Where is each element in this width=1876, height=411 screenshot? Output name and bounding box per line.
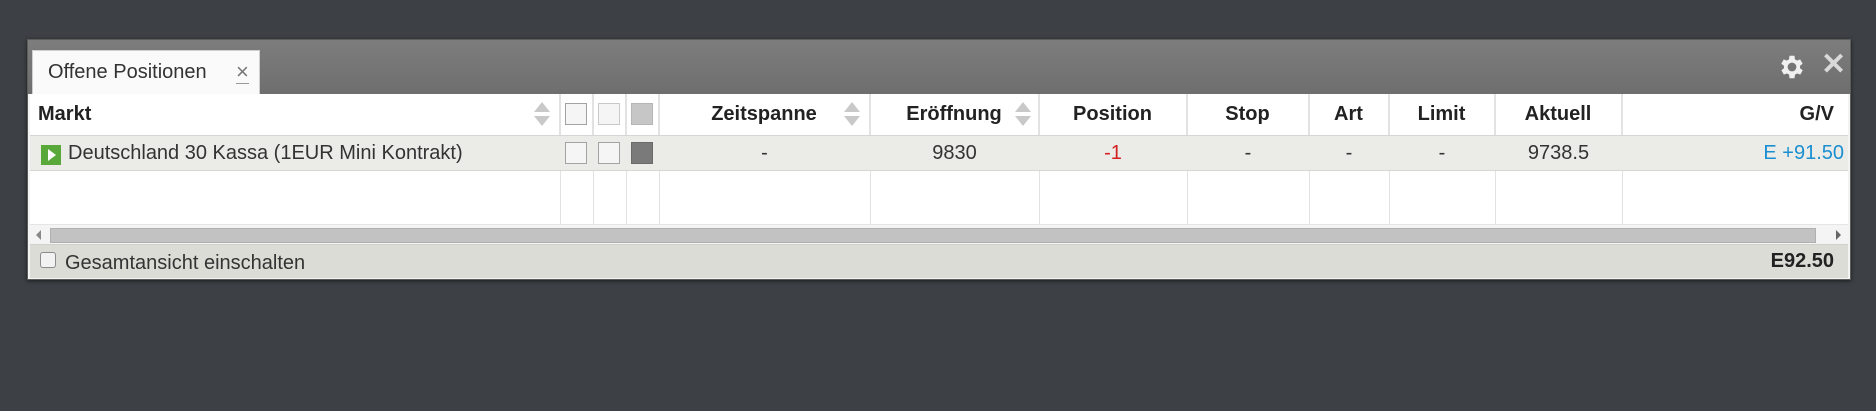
dropdown-icon[interactable] bbox=[631, 103, 653, 125]
chart-icon[interactable] bbox=[598, 142, 620, 164]
cell-markt: Deutschland 30 Kassa (1EUR Mini Kontrakt… bbox=[68, 141, 463, 164]
close-icon[interactable]: ✕ bbox=[1821, 50, 1846, 80]
col-gv[interactable]: G/V bbox=[1622, 94, 1848, 135]
play-icon[interactable] bbox=[41, 145, 61, 165]
positions-table: Markt Zeitspanne Eröffnung Position Stop… bbox=[30, 94, 1848, 224]
sort-icon[interactable] bbox=[534, 102, 550, 128]
col-chart bbox=[593, 94, 626, 135]
gear-icon[interactable] bbox=[1777, 52, 1807, 82]
col-stop-label: Stop bbox=[1225, 103, 1270, 125]
cell-gv: E +91.50 bbox=[1763, 141, 1844, 164]
dropdown-icon[interactable] bbox=[631, 142, 653, 164]
tab-close-icon[interactable]: × bbox=[236, 60, 249, 84]
col-eroeffnung-label: Eröffnung bbox=[906, 103, 1002, 125]
col-aktuell[interactable]: Aktuell bbox=[1495, 94, 1622, 135]
col-gv-label: G/V bbox=[1799, 103, 1834, 125]
col-limit-label: Limit bbox=[1417, 103, 1466, 125]
chart-icon[interactable] bbox=[598, 103, 620, 125]
cell-stop: - bbox=[1244, 141, 1252, 164]
cell-art: - bbox=[1345, 141, 1353, 164]
horizontal-scrollbar[interactable] bbox=[30, 224, 1848, 244]
col-limit[interactable]: Limit bbox=[1389, 94, 1495, 135]
panel-header: Offene Positionen × ✕ bbox=[28, 40, 1850, 94]
scrollbar-thumb[interactable] bbox=[50, 228, 1816, 243]
sort-icon[interactable] bbox=[1015, 102, 1031, 128]
col-art[interactable]: Art bbox=[1309, 94, 1389, 135]
cell-position: -1 bbox=[1104, 141, 1122, 164]
col-aktuell-label: Aktuell bbox=[1524, 103, 1592, 125]
col-eroeffnung[interactable]: Eröffnung bbox=[870, 94, 1039, 135]
total-pnl: E92.50 bbox=[1770, 250, 1834, 272]
col-stop[interactable]: Stop bbox=[1187, 94, 1309, 135]
table-row[interactable]: Deutschland 30 Kassa (1EUR Mini Kontrakt… bbox=[30, 135, 1848, 171]
news-icon[interactable] bbox=[565, 142, 587, 164]
panel-footer: Gesamtansicht einschalten E92.50 bbox=[30, 244, 1848, 278]
col-zeitspanne-label: Zeitspanne bbox=[711, 103, 817, 125]
col-markt-label: Markt bbox=[38, 103, 92, 125]
col-news bbox=[560, 94, 593, 135]
col-actions bbox=[626, 94, 659, 135]
cell-zeitspanne: - bbox=[761, 141, 768, 164]
col-zeitspanne[interactable]: Zeitspanne bbox=[659, 94, 870, 135]
tab-label: Offene Positionen bbox=[48, 61, 207, 83]
cell-limit: - bbox=[1438, 141, 1446, 164]
tab-offene-positionen[interactable]: Offene Positionen × bbox=[32, 50, 260, 94]
news-icon[interactable] bbox=[565, 103, 587, 125]
col-position[interactable]: Position bbox=[1039, 94, 1187, 135]
scroll-left-icon[interactable] bbox=[36, 230, 41, 240]
scroll-right-icon[interactable] bbox=[1836, 230, 1841, 240]
cell-eroeffnung: 9830 bbox=[932, 141, 977, 164]
gesamtansicht-label: Gesamtansicht einschalten bbox=[65, 252, 306, 274]
col-markt[interactable]: Markt bbox=[30, 94, 560, 135]
col-art-label: Art bbox=[1334, 103, 1363, 125]
open-positions-panel: Offene Positionen × ✕ Markt Zeitspanne E… bbox=[27, 39, 1851, 280]
cell-aktuell: 9738.5 bbox=[1527, 141, 1590, 164]
sort-icon[interactable] bbox=[844, 102, 860, 128]
gesamtansicht-checkbox[interactable] bbox=[40, 252, 56, 268]
col-position-label: Position bbox=[1073, 103, 1152, 125]
